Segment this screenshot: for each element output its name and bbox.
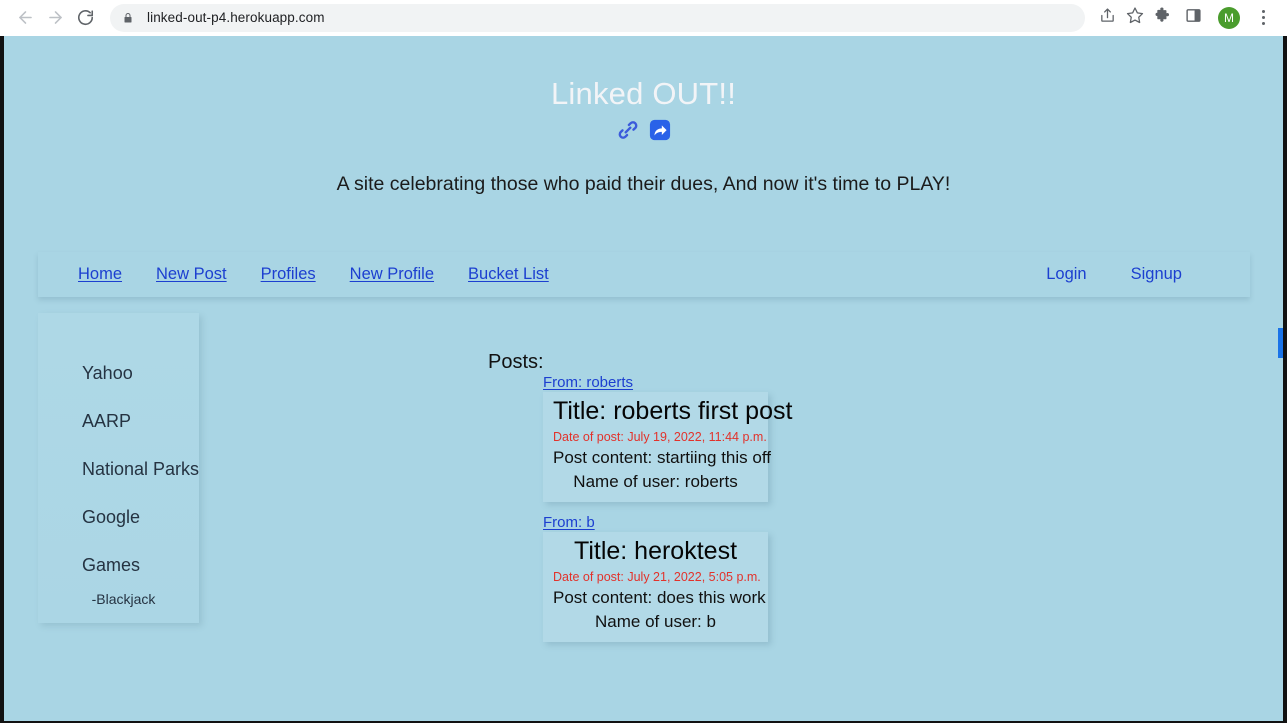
sidebar-item-yahoo[interactable]: Yahoo [38, 349, 199, 397]
bookmark-button[interactable] [1121, 4, 1149, 32]
post-date: Date of post: July 21, 2022, 5:05 p.m. [553, 570, 761, 584]
sidebar-item-aarp[interactable]: AARP [38, 397, 199, 445]
nav-link-profiles[interactable]: Profiles [261, 265, 316, 284]
vertical-scrollbar-thumb[interactable] [1278, 328, 1283, 358]
sidebar-item-national-parks[interactable]: National Parks [38, 445, 199, 493]
share-arrow-icon [649, 119, 671, 146]
share-button[interactable] [1093, 4, 1121, 32]
back-button[interactable] [10, 3, 40, 33]
star-icon [1126, 6, 1144, 29]
post-title: Title: roberts first post [553, 397, 793, 425]
nav-links-account: Login Signup [1046, 265, 1210, 284]
chain-link-icon [617, 119, 639, 146]
post-content: Post content: startiing this off [553, 448, 771, 467]
side-panel-icon [1185, 7, 1202, 29]
nav-link-signup[interactable]: Signup [1131, 265, 1182, 284]
avatar: M [1218, 6, 1240, 29]
nav-link-new-profile[interactable]: New Profile [350, 265, 434, 284]
nav-link-home[interactable]: Home [78, 265, 122, 284]
posts-heading: Posts: [488, 351, 544, 373]
extensions-button[interactable] [1149, 4, 1177, 32]
nav-link-new-post[interactable]: New Post [156, 265, 227, 284]
profile-button[interactable]: M [1215, 4, 1243, 32]
post-username: Name of user: b [595, 612, 716, 631]
url-text: linked-out-p4.herokuapp.com [147, 10, 325, 25]
main-navigation: Home New Post Profiles New Profile Bucke… [38, 252, 1250, 297]
sidebar: Yahoo AARP National Parks Google Games -… [38, 313, 199, 623]
sidebar-item-games[interactable]: Games [38, 541, 199, 589]
kebab-menu-icon [1252, 7, 1274, 29]
sidebar-item-google[interactable]: Google [38, 493, 199, 541]
forward-arrow-icon [46, 8, 65, 27]
web-page: Linked OUT!! A site celebrating those wh… [4, 36, 1283, 721]
browser-toolbar: linked-out-p4.herokuapp.com M [0, 0, 1287, 36]
forward-button[interactable] [40, 3, 70, 33]
address-bar[interactable]: linked-out-p4.herokuapp.com [110, 3, 1085, 32]
post-card: Title: heroktest Date of post: July 21, … [543, 532, 768, 642]
toolbar-right-group: M [1149, 4, 1277, 32]
chrome-menu-button[interactable] [1249, 4, 1277, 32]
puzzle-piece-icon [1154, 6, 1172, 29]
post-date: Date of post: July 19, 2022, 11:44 p.m. [553, 430, 767, 444]
post-title: Title: heroktest [573, 537, 738, 565]
title-icon-row [4, 119, 1283, 145]
nav-links-primary: Home New Post Profiles New Profile Bucke… [78, 265, 549, 284]
nav-link-bucket-list[interactable]: Bucket List [468, 265, 549, 284]
side-panel-button[interactable] [1179, 4, 1207, 32]
page-title: Linked OUT!! [550, 76, 737, 111]
back-arrow-icon [16, 8, 35, 27]
site-tagline: A site celebrating those who paid their … [336, 173, 951, 196]
reload-button[interactable] [70, 3, 100, 33]
reload-icon [76, 8, 95, 27]
browser-viewport: Linked OUT!! A site celebrating those wh… [0, 36, 1287, 723]
sidebar-subitem-blackjack[interactable]: -Blackjack [38, 589, 199, 609]
lock-icon [122, 11, 136, 25]
post-author-link[interactable]: From: b [543, 514, 595, 531]
share-icon [1099, 7, 1116, 29]
post-card: Title: roberts first post Date of post: … [543, 392, 793, 502]
nav-link-login[interactable]: Login [1046, 265, 1086, 284]
post-author-link[interactable]: From: roberts [543, 374, 633, 391]
post-content: Post content: does this work [553, 588, 766, 607]
post-username: Name of user: roberts [573, 472, 738, 491]
